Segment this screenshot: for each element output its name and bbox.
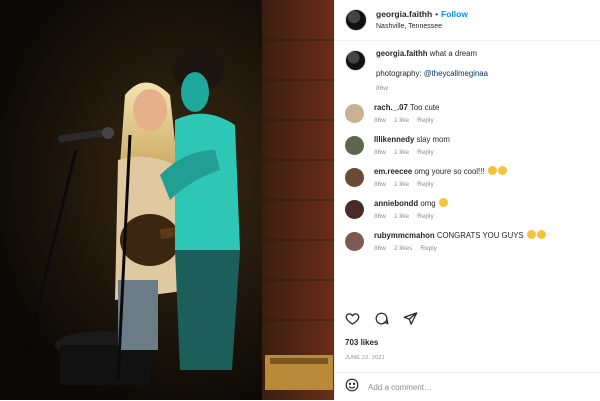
comment-text: CONGRATS YOU GUYS [436, 231, 524, 240]
caption-avatar[interactable] [345, 50, 366, 71]
comment-age: 86w [374, 245, 386, 252]
location-link[interactable]: Nashville, Tennessee [376, 21, 468, 33]
add-comment-input[interactable]: Add a comment… [368, 383, 432, 392]
comment-username[interactable]: rach._.07 [374, 103, 408, 112]
author-avatar[interactable] [345, 9, 367, 31]
likes-count[interactable]: 703 likes [345, 338, 378, 347]
comment-text: Too cute [409, 103, 440, 112]
add-comment-bar: Add a comment… [335, 372, 600, 401]
comment-row: lllikennedy slay mom 86w 1 like Reply [335, 134, 600, 156]
comment-username[interactable]: em.reecee [374, 167, 412, 176]
comment-body: em.reecee omg youre so cool!!! 86w 1 like… [374, 166, 507, 188]
comment-likes[interactable]: 1 like [394, 117, 409, 124]
post-actions [345, 311, 418, 331]
comment-avatar[interactable] [345, 200, 364, 219]
comment-age: 86w [374, 149, 386, 156]
comment-icon[interactable] [374, 311, 389, 331]
comment-row: rubymmcmahon CONGRATS YOU GUYS 86w 2 like… [335, 230, 600, 252]
caption-mention-link[interactable]: @theycallmeginaa [424, 69, 488, 78]
comment-avatar[interactable] [345, 104, 364, 123]
comment-avatar[interactable] [345, 136, 364, 155]
emoji-icon [487, 166, 497, 175]
emoji-icon [536, 230, 546, 239]
comment-row: em.reecee omg youre so cool!!! 86w 1 like… [335, 166, 600, 188]
caption-body: georgia.faithh what a dream photography:… [376, 48, 488, 92]
comment-row: anniebondd omg 86w 1 like Reply [335, 198, 600, 220]
comment-body: anniebondd omg 86w 1 like Reply [374, 198, 448, 220]
post-photo[interactable] [0, 0, 334, 400]
comment-row: rach._.07 Too cute 86w 1 like Reply [335, 102, 600, 124]
comment-likes[interactable]: 1 like [394, 149, 409, 156]
comment-age: 86w [374, 181, 386, 188]
comment-age: 86w [374, 117, 386, 124]
instagram-post-modal: georgia.faithh • Follow Nashville, Tenness… [0, 0, 600, 400]
comment-body: lllikennedy slay mom 86w 1 like Reply [374, 134, 450, 156]
comment-body: rach._.07 Too cute 86w 1 like Reply [374, 102, 442, 124]
post-header: georgia.faithh • Follow Nashville, Tenness… [335, 0, 600, 41]
emoji-icon [497, 166, 507, 175]
comment-text: omg youre so cool!!! [414, 167, 485, 176]
comment-age: 86w [374, 213, 386, 220]
comment-text: slay mom [416, 135, 450, 144]
comment-text: omg [420, 199, 436, 208]
follow-button[interactable]: Follow [441, 9, 468, 19]
comment-reply-button[interactable]: Reply [420, 245, 437, 252]
comment-reply-button[interactable]: Reply [417, 117, 434, 124]
emoji-icon[interactable] [345, 378, 359, 397]
comment-avatar[interactable] [345, 232, 364, 251]
comment-reply-button[interactable]: Reply [417, 213, 434, 220]
concert-photo-image [0, 0, 334, 400]
comment-likes[interactable]: 2 likes [394, 245, 412, 252]
caption-username[interactable]: georgia.faithh [376, 49, 428, 58]
comments-list: georgia.faithh what a dream photography:… [335, 44, 600, 252]
caption-line2-prefix: photography: [376, 69, 424, 78]
header-separator: • [435, 10, 439, 19]
author-info: georgia.faithh • Follow Nashville, Tenness… [376, 7, 468, 33]
caption-row: georgia.faithh what a dream photography:… [335, 48, 600, 92]
author-username[interactable]: georgia.faithh [376, 9, 432, 19]
comment-username[interactable]: anniebondd [374, 199, 418, 208]
comment-username[interactable]: rubymmcmahon [374, 231, 435, 240]
caption-age: 86w [376, 85, 388, 92]
comment-body: rubymmcmahon CONGRATS YOU GUYS 86w 2 like… [374, 230, 546, 252]
comment-likes[interactable]: 1 like [394, 213, 409, 220]
post-side-panel: georgia.faithh • Follow Nashville, Tenness… [334, 0, 600, 400]
comment-reply-button[interactable]: Reply [417, 149, 434, 156]
heart-icon[interactable] [345, 311, 360, 331]
comment-likes[interactable]: 1 like [394, 181, 409, 188]
caption-text: what a dream [429, 49, 477, 58]
comment-username[interactable]: lllikennedy [374, 135, 414, 144]
post-date: JUNE 22, 2021 [345, 355, 385, 361]
share-icon[interactable] [403, 311, 418, 331]
emoji-icon [438, 198, 448, 207]
comment-avatar[interactable] [345, 168, 364, 187]
comment-reply-button[interactable]: Reply [417, 181, 434, 188]
emoji-icon [526, 230, 536, 239]
